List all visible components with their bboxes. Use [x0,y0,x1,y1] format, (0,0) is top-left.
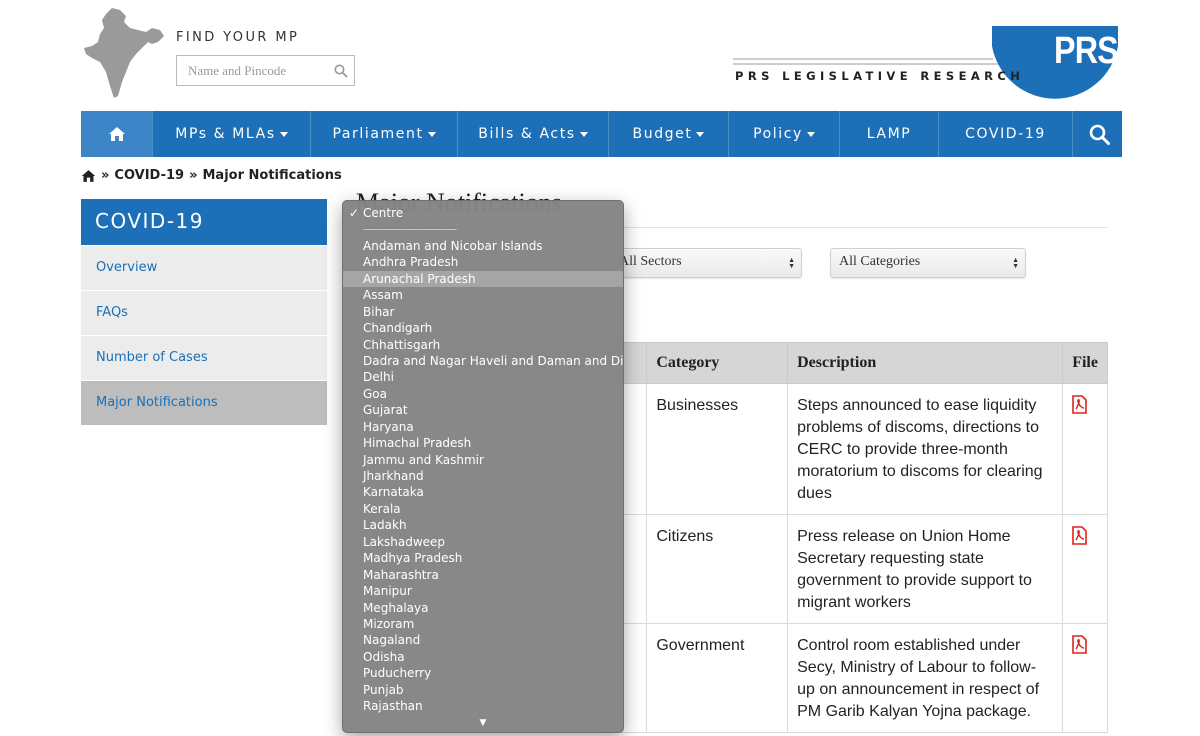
dropdown-option[interactable]: Bihar [343,304,623,320]
dropdown-option[interactable]: Assam [343,287,623,303]
table-header-file: File [1062,342,1108,384]
dropdown-option[interactable]: Jharkhand [343,468,623,484]
chevron-down-icon [806,131,815,137]
categories-select[interactable]: All Categories ▲ ▼ [830,248,1026,278]
dropdown-option[interactable]: Dadra and Nagar Haveli and Daman and Diu [343,353,623,369]
nav-covid19[interactable]: COVID-19 [939,111,1073,157]
table-cell-description: Press release on Union Home Secretary re… [787,514,1064,624]
sidebar-item-overview[interactable]: Overview [81,245,327,290]
find-your-mp-label: FIND YOUR MP [176,30,300,45]
dropdown-option[interactable]: Himachal Pradesh [343,435,623,451]
dropdown-option[interactable]: Nagaland [343,632,623,648]
table-cell-category: Citizens [646,514,789,624]
nav-parliament[interactable]: Parliament [311,111,458,157]
pdf-file-icon[interactable] [1072,635,1088,654]
home-icon[interactable] [81,169,96,183]
table-cell-file [1062,623,1108,733]
dropdown-option[interactable]: Andhra Pradesh [343,254,623,270]
main-nav: MPs & MLAs Parliament Bills & Acts Budge… [81,111,1122,157]
dropdown-option[interactable]: Madhya Pradesh [343,550,623,566]
dropdown-option[interactable]: Haryana [343,419,623,435]
table-cell-file [1062,383,1108,515]
home-icon [108,127,125,141]
breadcrumb-covid19[interactable]: COVID-19 [114,168,184,183]
select-arrows-icon: ▲ ▼ [788,256,795,270]
scroll-down-arrow-icon[interactable]: ▼ [343,718,623,728]
mp-search-box[interactable] [176,55,355,86]
sectors-select[interactable]: All Sectors ▲ ▼ [610,248,802,278]
dropdown-option[interactable]: Rajasthan [343,698,623,714]
sidebar-title: COVID-19 [81,199,327,245]
table-cell-category: Businesses [646,383,789,515]
dropdown-options-list: ✓ Centre ---------------------------- An… [343,201,623,715]
breadcrumb-separator: » [189,168,198,183]
table-cell-description: Control room established under Secy, Min… [787,623,1064,733]
pdf-file-icon[interactable] [1072,526,1088,545]
dropdown-option[interactable]: Manipur [343,583,623,599]
breadcrumb-separator: » [101,168,110,183]
search-icon[interactable] [334,64,348,78]
prs-logo-word: PRS [1054,30,1119,72]
sidebar: COVID-19 Overview FAQs Number of Cases M… [81,199,327,425]
table-cell-category: Government [646,623,789,733]
nav-bills-acts[interactable]: Bills & Acts [458,111,609,157]
dropdown-option[interactable]: Jammu and Kashmir [343,452,623,468]
dropdown-option[interactable]: Arunachal Pradesh [343,270,623,288]
chevron-down-icon [427,131,436,137]
dropdown-separator: ---------------------------- [363,222,457,237]
dropdown-option[interactable]: Punjab [343,682,623,698]
nav-policy[interactable]: Policy [729,111,840,157]
nav-home[interactable] [81,111,153,157]
nav-lamp[interactable]: LAMP [840,111,939,157]
dropdown-option[interactable]: Ladakh [343,517,623,533]
search-icon [1089,124,1110,145]
dropdown-option[interactable]: Odisha [343,649,623,665]
table-header-category: Category [646,342,789,384]
breadcrumb-major-notifications: Major Notifications [202,168,342,183]
dropdown-option[interactable]: Mizoram [343,616,623,632]
dropdown-option[interactable]: Andaman and Nicobar Islands [343,238,623,254]
breadcrumb: » COVID-19 » Major Notifications [81,168,342,183]
select-arrows-icon: ▲ ▼ [1012,256,1019,270]
table-header-description: Description [787,342,1064,384]
table-cell-file [1062,514,1108,624]
dropdown-option[interactable]: Gujarat [343,402,623,418]
dropdown-option[interactable]: Karnataka [343,484,623,500]
sidebar-item-faqs[interactable]: FAQs [81,290,327,335]
dropdown-option[interactable]: Kerala [343,501,623,517]
dropdown-option[interactable]: Lakshadweep [343,534,623,550]
dropdown-option[interactable]: Goa [343,386,623,402]
dropdown-option[interactable]: Chandigarh [343,320,623,336]
sectors-select-value: All Sectors [619,254,682,269]
nav-search[interactable] [1073,111,1122,157]
state-select-dropdown[interactable]: ✓ Centre ---------------------------- An… [342,200,624,733]
sidebar-item-major-notifications[interactable]: Major Notifications [81,380,327,425]
prs-logo-text: PRS LEGISLATIVE RESEARCH [735,69,1025,83]
chevron-down-icon [279,131,288,137]
categories-select-value: All Categories [839,254,921,269]
chevron-down-icon [696,131,705,137]
table-cell-description: Steps announced to ease liquidity proble… [787,383,1064,515]
sidebar-item-number-of-cases[interactable]: Number of Cases [81,335,327,380]
dropdown-option[interactable]: Delhi [343,369,623,385]
mp-search-input[interactable] [177,56,327,85]
dropdown-option-selected[interactable]: ✓ Centre [343,205,623,221]
dropdown-option[interactable]: Maharashtra [343,567,623,583]
dropdown-option[interactable]: Puducherry [343,665,623,681]
dropdown-option[interactable]: Chhattisgarh [343,337,623,353]
nav-mps-mlas[interactable]: MPs & MLAs [153,111,311,157]
pdf-file-icon[interactable] [1072,395,1088,414]
nav-budget[interactable]: Budget [609,111,729,157]
dropdown-option[interactable]: Meghalaya [343,600,623,616]
india-map-icon [84,8,164,98]
chevron-down-icon [579,131,588,137]
checkmark-icon: ✓ [349,206,360,220]
